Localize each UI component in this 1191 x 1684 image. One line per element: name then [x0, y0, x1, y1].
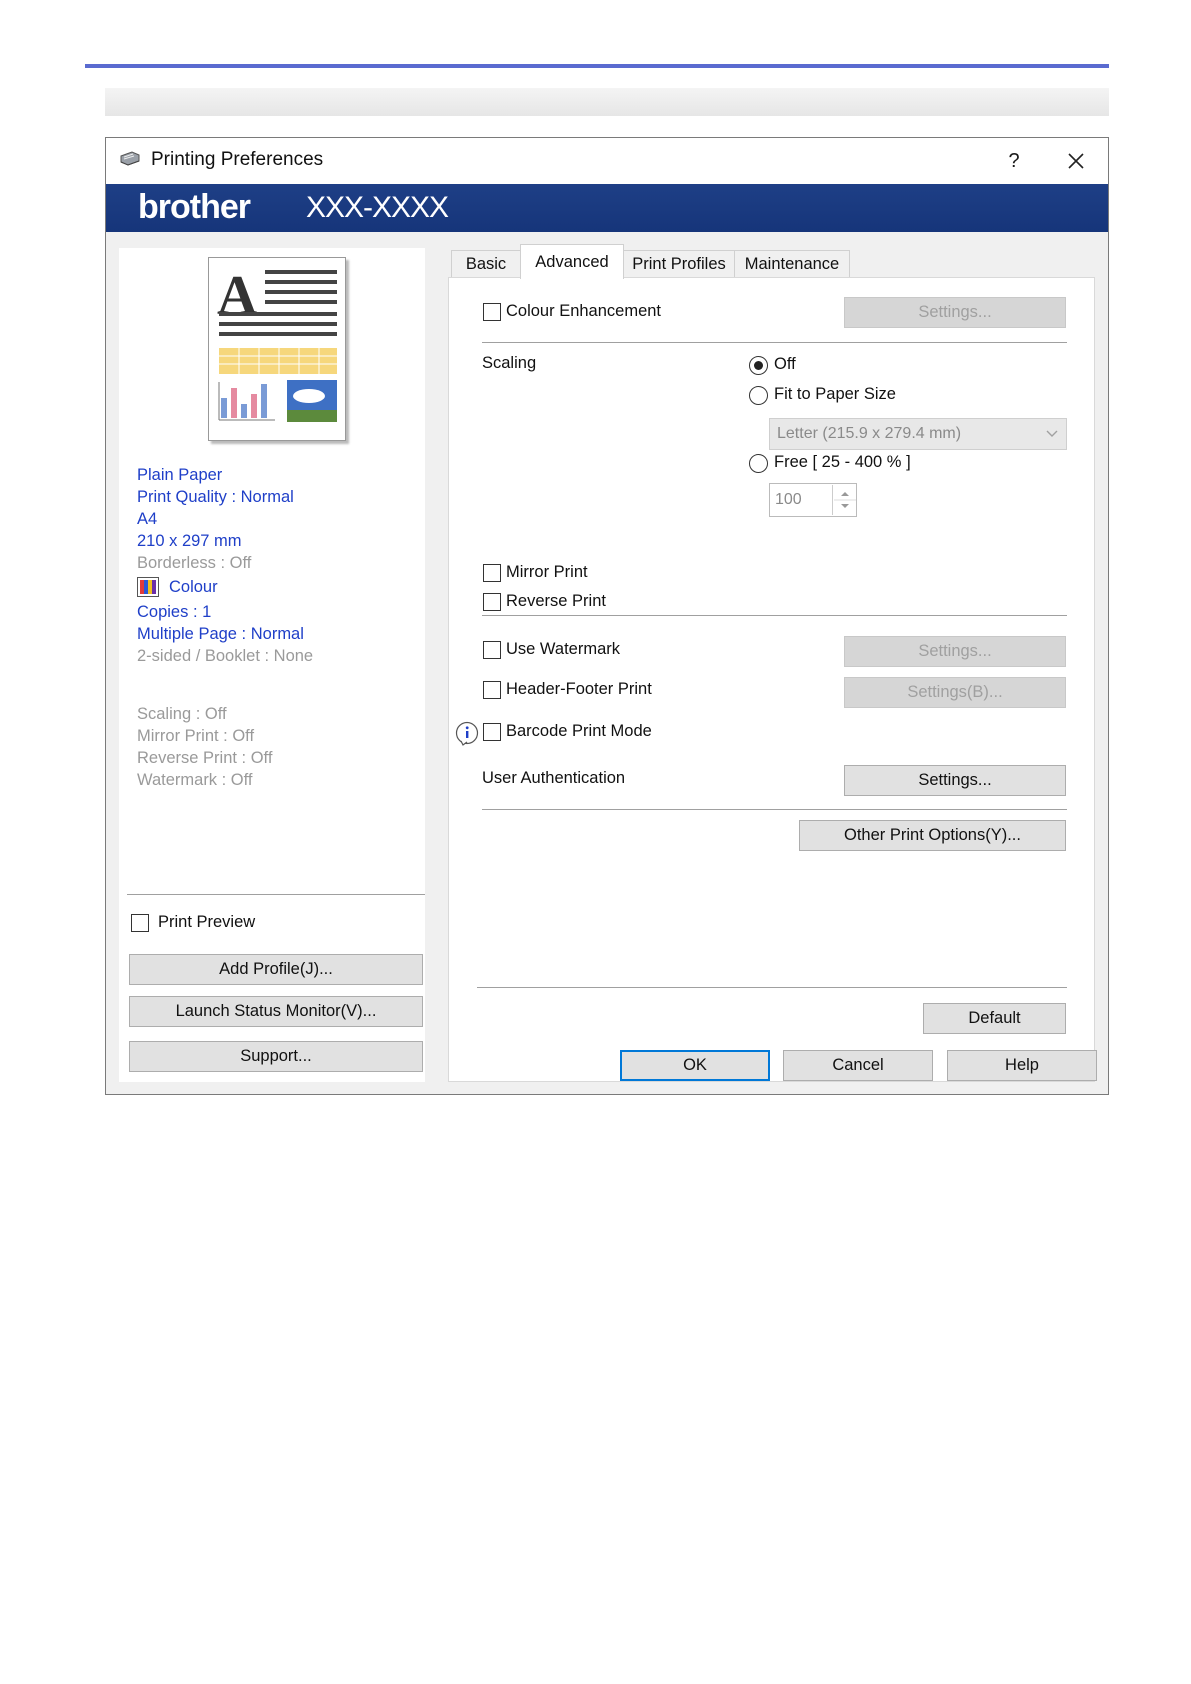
scaling-off-label: Off: [774, 355, 796, 373]
close-button[interactable]: [1056, 144, 1096, 178]
summary-scaling: Scaling : Off: [137, 705, 227, 723]
separator-3: [482, 809, 1067, 810]
free-scaling-stepper[interactable]: 100: [769, 483, 857, 517]
page-header-band: [105, 88, 1109, 116]
summary-mirror: Mirror Print : Off: [137, 727, 255, 745]
brother-logo: brother: [138, 188, 251, 226]
mirror-print-checkbox[interactable]: [483, 564, 501, 582]
tab-advanced[interactable]: Advanced: [520, 244, 624, 279]
colour-enhancement-label: Colour Enhancement: [506, 302, 662, 320]
use-watermark-label: Use Watermark: [506, 640, 620, 658]
scaling-label: Scaling: [482, 354, 537, 372]
summary-panel: A Plain Paper Print Quality: Normal A4 …: [119, 248, 425, 1082]
printing-preferences-dialog: Printing Preferences ? brother XXX-XXXX …: [105, 137, 1109, 1095]
brand-bar: brother XXX-XXXX: [106, 184, 1108, 232]
summary-media: Plain Paper: [137, 466, 223, 484]
summary-copies: Copies : 1: [137, 603, 212, 621]
fit-to-paper-label: Fit to Paper Size: [774, 385, 896, 403]
header-footer-label: Header-Footer Print: [506, 680, 652, 698]
colour-enhancement-settings-button[interactable]: Settings...: [844, 297, 1066, 328]
user-authentication-settings-button[interactable]: Settings...: [844, 765, 1066, 796]
tab-basic[interactable]: Basic: [451, 250, 521, 278]
tab-print-profiles[interactable]: Print Profiles: [623, 250, 735, 278]
add-profile-button[interactable]: Add Profile(J)...: [129, 954, 423, 985]
summary-two-sided: 2-sided / Booklet : None: [137, 647, 314, 665]
header-footer-checkbox[interactable]: [483, 681, 501, 699]
summary-borderless: Borderless : Off: [137, 554, 252, 572]
mirror-print-label: Mirror Print: [506, 563, 588, 581]
scaling-off-radio[interactable]: [749, 356, 768, 375]
reverse-print-checkbox[interactable]: [483, 593, 501, 611]
default-button[interactable]: Default: [923, 1003, 1066, 1034]
title-bar: Printing Preferences ?: [106, 138, 1108, 184]
print-preview-checkbox[interactable]: [131, 914, 149, 932]
printer-icon: [120, 151, 140, 166]
separator-1: [482, 342, 1067, 343]
use-watermark-checkbox[interactable]: [483, 641, 501, 659]
advanced-tab-panel: Colour Enhancement Settings... Scaling O…: [448, 277, 1095, 1082]
stepper-arrows[interactable]: [832, 485, 856, 515]
help-question-button[interactable]: ?: [996, 146, 1032, 176]
stepper-up-down-icon: [834, 492, 856, 508]
user-authentication-label: User Authentication: [482, 769, 626, 787]
svg-text:A: A: [217, 265, 258, 327]
left-separator: [127, 894, 425, 895]
barcode-print-mode-label: Barcode Print Mode: [506, 722, 652, 740]
print-preview-label: Print Preview: [158, 913, 256, 931]
summary-dimensions: 210 x 297 mm: [137, 532, 242, 550]
page-preview-image: A: [208, 257, 346, 441]
colour-icon: [137, 577, 159, 597]
summary-reverse: Reverse Print : Off: [137, 749, 273, 767]
document-thumbnail-icon: A: [217, 265, 337, 422]
ok-button[interactable]: OK: [620, 1050, 770, 1081]
paper-size-value: Letter (215.9 x 279.4 mm): [777, 425, 962, 442]
header-footer-settings-button[interactable]: Settings(B)...: [844, 677, 1066, 708]
info-icon[interactable]: [455, 721, 479, 747]
barcode-print-mode-checkbox[interactable]: [483, 723, 501, 741]
close-icon: [1068, 153, 1084, 169]
summary-colour: Colour: [137, 576, 417, 598]
separator-4: [477, 987, 1067, 988]
watermark-settings-button[interactable]: Settings...: [844, 636, 1066, 667]
reverse-print-label: Reverse Print: [506, 592, 606, 610]
fit-to-paper-radio[interactable]: [749, 386, 768, 405]
window-title: Printing Preferences: [151, 149, 324, 170]
summary-print-quality: Print Quality : Normal: [137, 488, 294, 506]
colour-enhancement-checkbox[interactable]: [483, 303, 501, 321]
free-scaling-label: Free [ 25 - 400 % ]: [774, 453, 911, 471]
model-name: XXX-XXXX: [306, 191, 449, 224]
page-top-rule: [85, 64, 1109, 68]
free-scaling-radio[interactable]: [749, 454, 768, 473]
help-button[interactable]: Help: [947, 1050, 1097, 1081]
other-print-options-button[interactable]: Other Print Options(Y)...: [799, 820, 1066, 851]
launch-status-monitor-button[interactable]: Launch Status Monitor(V)...: [129, 996, 423, 1027]
support-button[interactable]: Support...: [129, 1041, 423, 1072]
separator-2: [482, 615, 1067, 616]
summary-watermark: Watermark : Off: [137, 771, 253, 789]
tab-maintenance[interactable]: Maintenance: [734, 250, 850, 278]
cancel-button[interactable]: Cancel: [783, 1050, 933, 1081]
chevron-down-icon: [1046, 430, 1058, 437]
summary-paper-size: A4: [137, 510, 158, 528]
free-scaling-value: 100: [775, 491, 802, 508]
summary-multiple-page: Multiple Page : Normal: [137, 625, 304, 643]
paper-size-dropdown[interactable]: Letter (215.9 x 279.4 mm): [769, 418, 1067, 450]
